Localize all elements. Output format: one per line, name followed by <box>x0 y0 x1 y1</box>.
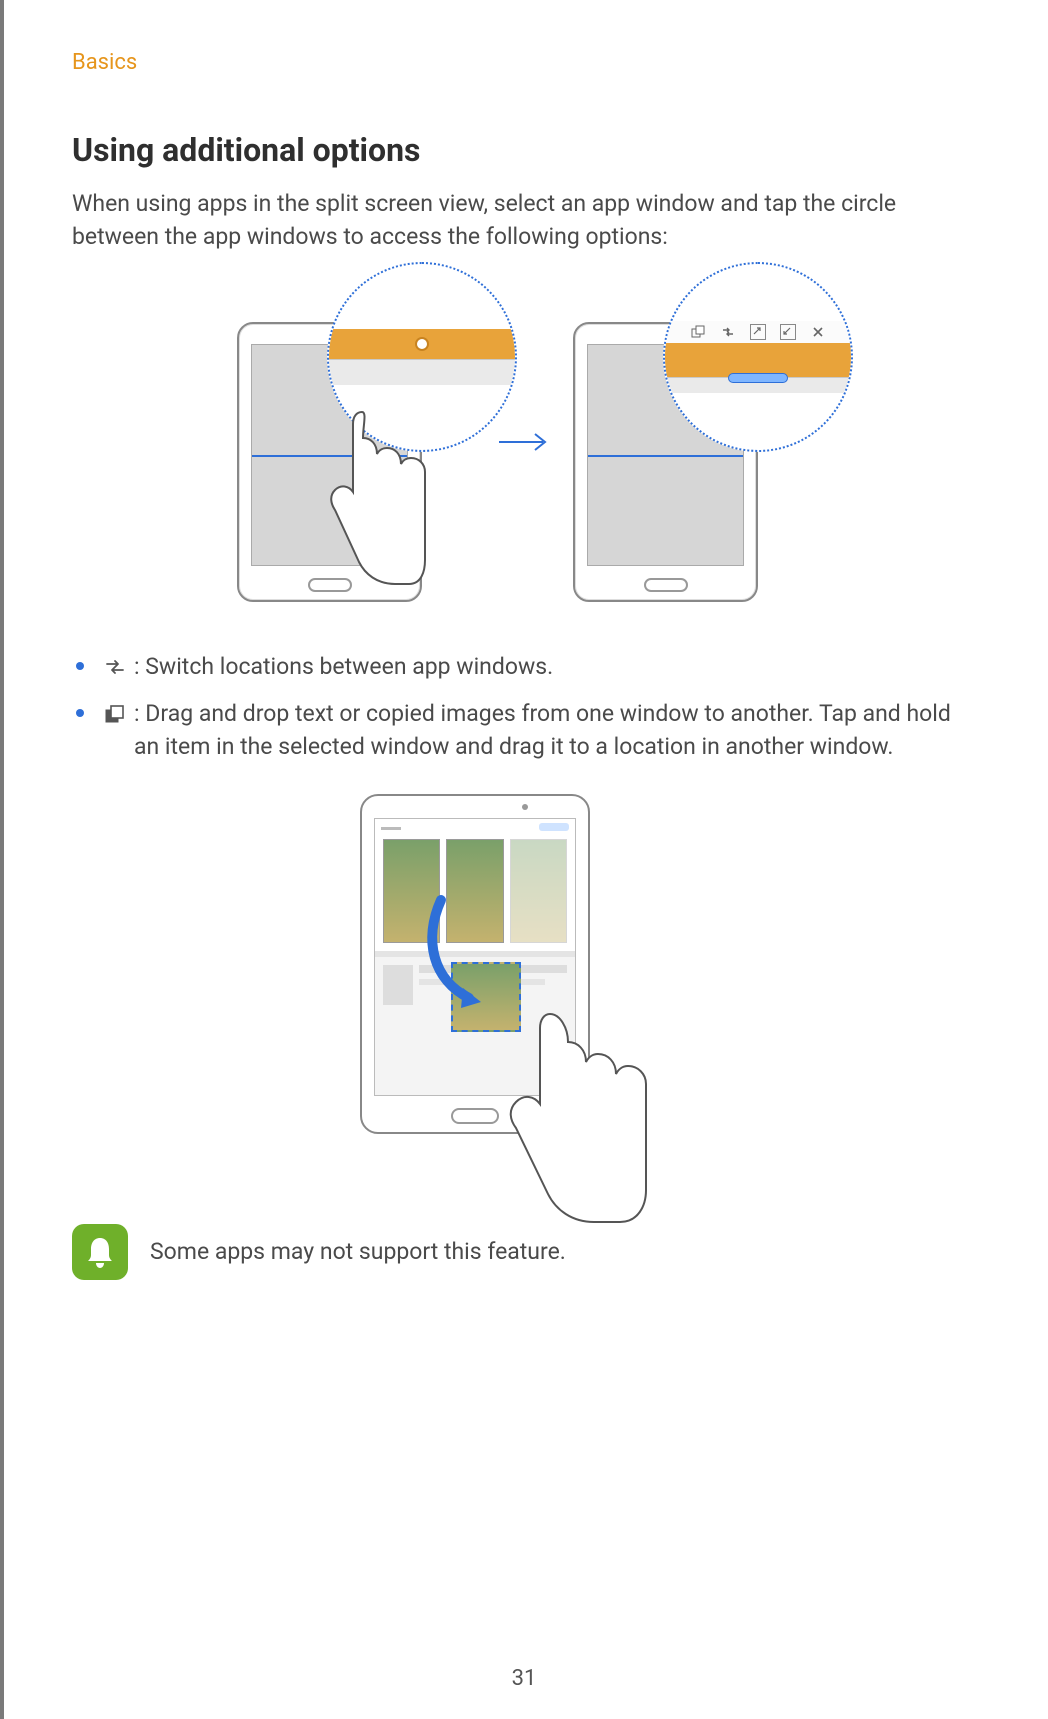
swap-icon <box>720 324 736 340</box>
breadcrumb: Basics <box>72 50 978 75</box>
page-left-accent <box>0 0 4 1719</box>
options-list: : Switch locations between app windows. … <box>72 650 978 764</box>
split-options-toolbar <box>665 321 851 343</box>
intro-paragraph: When using apps in the split screen view… <box>72 187 978 254</box>
bullet-icon <box>76 709 84 717</box>
option-swap: : Switch locations between app windows. <box>72 650 978 683</box>
hand-drag-icon <box>490 994 690 1244</box>
drag-content-icon <box>102 703 128 725</box>
option-drag-content-text: : Drag and drop text or copied images fr… <box>134 697 978 764</box>
expand-icon <box>750 324 766 340</box>
split-handle-dot-icon <box>415 337 429 351</box>
note-bell-icon <box>72 1224 128 1280</box>
drag-path-arrow-icon <box>423 890 493 1010</box>
zoom-handle-after <box>663 262 853 452</box>
split-handle-bar-icon <box>728 373 788 383</box>
zoom-handle-before <box>327 262 517 452</box>
arrow-right-icon <box>495 430 555 454</box>
minimize-icon <box>780 324 796 340</box>
page-number: 31 <box>512 1666 537 1691</box>
figure-device-after <box>573 282 813 602</box>
option-drag-content: : Drag and drop text or copied images fr… <box>72 697 978 764</box>
figure-split-screen-options <box>72 282 978 602</box>
bullet-icon <box>76 662 84 670</box>
drag-content-icon <box>690 324 706 340</box>
figure-device-before <box>237 282 477 602</box>
option-swap-text: : Switch locations between app windows. <box>134 650 978 683</box>
swap-icon <box>102 656 128 678</box>
figure-drag-between-windows <box>72 794 978 1174</box>
close-icon <box>810 324 826 340</box>
section-heading: Using additional options <box>72 131 978 169</box>
